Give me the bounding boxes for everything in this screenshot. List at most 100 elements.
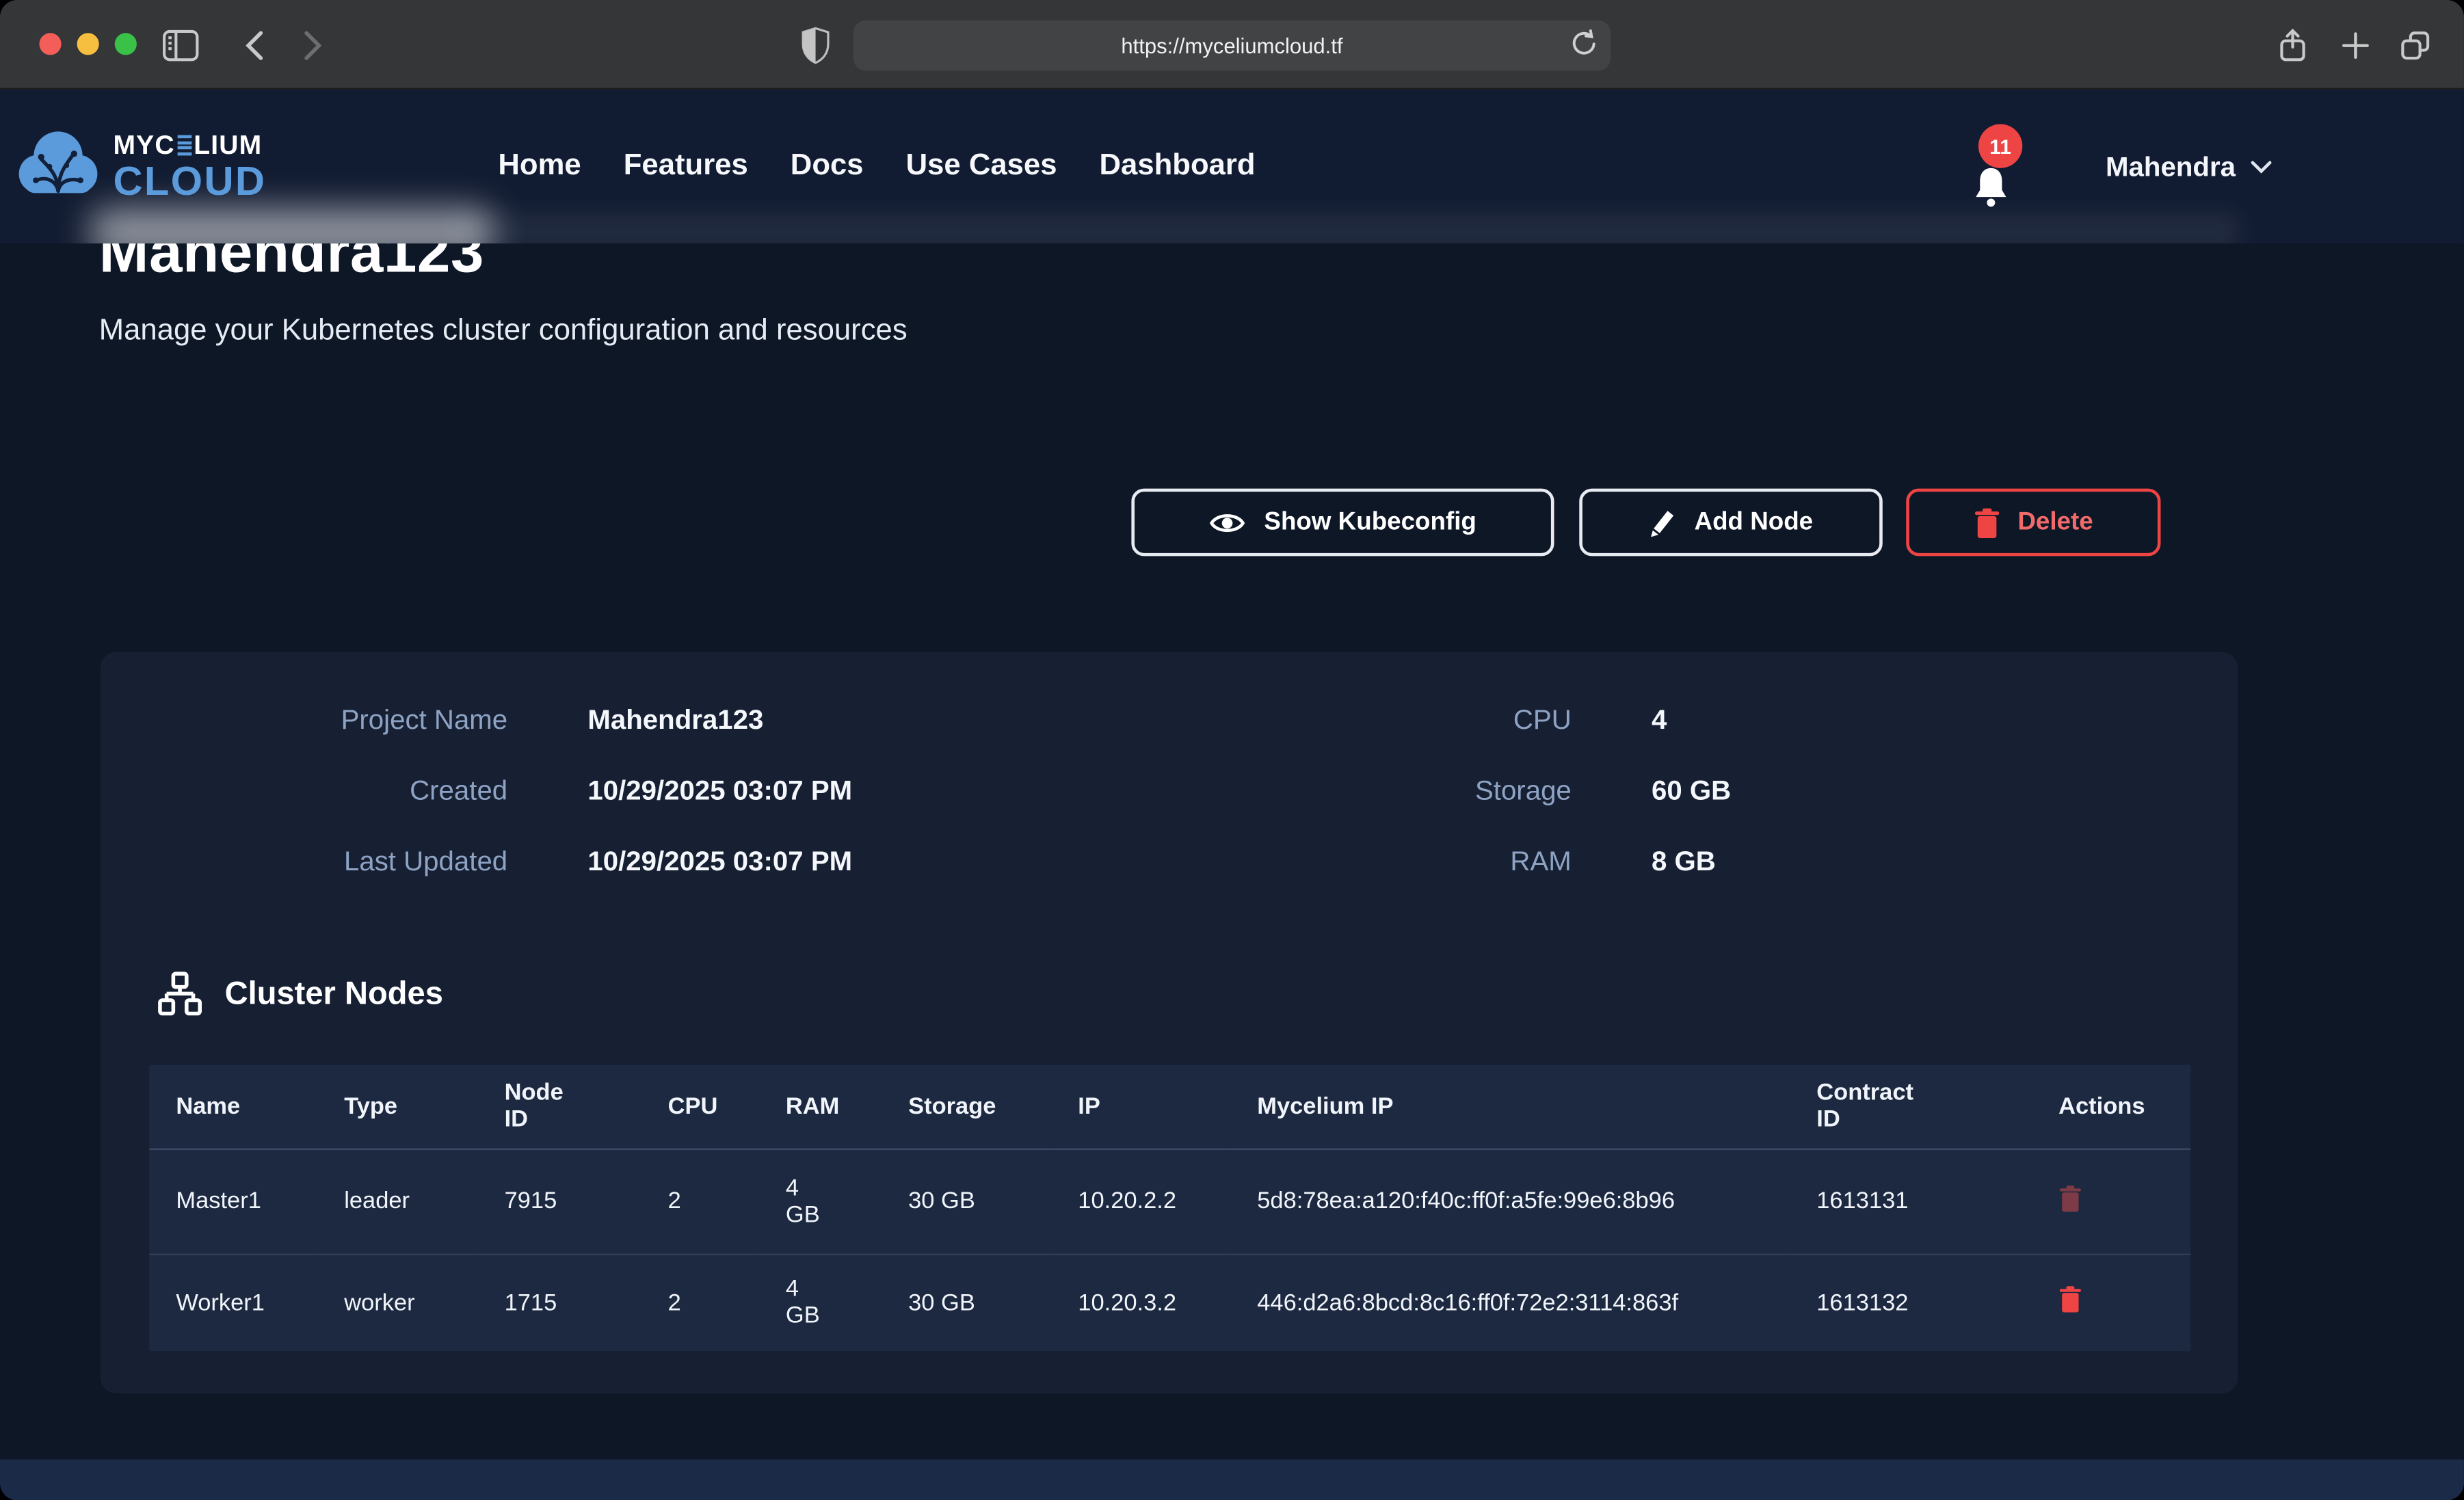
address-bar-url: https://myceliumcloud.tf	[1121, 34, 1342, 57]
cell-contract-id: 1613131	[1790, 1149, 2032, 1254]
nav-link-dashboard[interactable]: Dashboard	[1100, 149, 1256, 184]
col-header-type: Type	[317, 1065, 477, 1149]
address-bar[interactable]: https://myceliumcloud.tf	[853, 21, 1611, 71]
zoom-window-button[interactable]	[115, 33, 137, 55]
cell-node-id: 7915	[478, 1149, 641, 1254]
new-tab-icon[interactable]	[2335, 25, 2376, 66]
forward-button[interactable]	[292, 25, 333, 66]
detail-label: Created	[101, 775, 507, 807]
privacy-shield-icon[interactable]	[795, 25, 836, 66]
minimize-window-button[interactable]	[77, 33, 99, 55]
network-nodes-icon	[157, 971, 203, 1017]
col-header-actions: Actions	[2032, 1065, 2190, 1149]
back-button[interactable]	[233, 25, 274, 66]
mycelium-cloud-logo-icon	[16, 127, 101, 206]
col-header-ram: RAM	[759, 1065, 882, 1149]
cell-name: Worker1	[149, 1254, 317, 1351]
brand-word-bottom: CLOUD	[113, 160, 266, 201]
bell-icon	[1970, 165, 2011, 209]
cluster-nodes-title: Cluster Nodes	[225, 975, 443, 1013]
nav-links: Home Features Docs Use Cases Dashboard	[498, 90, 1255, 243]
reload-icon[interactable]	[1570, 28, 1598, 59]
detail-label: RAM	[1201, 845, 1572, 878]
detail-value: 8 GB	[1652, 845, 1716, 878]
col-header-node-id: Node ID	[478, 1065, 641, 1149]
detail-value: Mahendra123	[587, 704, 763, 736]
cell-cpu: 2	[641, 1254, 759, 1351]
sidebar-toggle-icon[interactable]	[160, 25, 201, 66]
blurred-title-smudge	[91, 209, 492, 244]
detail-label: Project Name	[101, 704, 507, 736]
cell-cpu: 2	[641, 1149, 759, 1254]
brand-word-top-pre: MYC	[113, 132, 174, 159]
cell-actions	[2032, 1149, 2190, 1254]
share-icon[interactable]	[2273, 25, 2314, 66]
detail-value: 4	[1652, 704, 1667, 736]
tab-overview-icon[interactable]	[2395, 25, 2436, 66]
stylized-e-glyph	[177, 135, 191, 155]
cluster-nodes-table: Name Type Node ID CPU RAM Storage IP Myc…	[149, 1065, 2190, 1351]
add-node-button[interactable]: Add Node	[1579, 489, 1882, 557]
nav-link-use-cases[interactable]: Use Cases	[906, 149, 1057, 184]
brand-name: MYC LIUM CLOUD	[113, 132, 266, 201]
browser-chrome: https://myceliumcloud.tf	[0, 0, 2464, 90]
cluster-nodes-heading: Cluster Nodes	[157, 971, 443, 1017]
cell-ip: 10.20.3.2	[1051, 1254, 1230, 1351]
cell-mycelium-ip: 446:d2a6:8bcd:8c16:ff0f:72e2:3114:863f	[1230, 1254, 1790, 1351]
cluster-actions-row: Show Kubeconfig Add Node	[0, 489, 2464, 557]
table-row: Master1 leader 7915 2 4 GB 30 GB 10.20.2…	[149, 1149, 2190, 1254]
col-header-ip: IP	[1051, 1065, 1230, 1149]
show-kubeconfig-button[interactable]: Show Kubeconfig	[1131, 489, 1554, 557]
delete-node-button[interactable]	[2058, 1183, 2082, 1211]
cell-ram: 4 GB	[759, 1149, 882, 1254]
cell-storage: 30 GB	[882, 1149, 1051, 1254]
detail-value: 10/29/2025 03:07 PM	[587, 845, 852, 878]
col-header-contract-id: Contract ID	[1790, 1065, 2032, 1149]
nav-link-features[interactable]: Features	[624, 149, 748, 184]
delete-label: Delete	[2017, 508, 2093, 536]
cell-contract-id: 1613132	[1790, 1254, 2032, 1351]
cluster-details-card: Project Name Mahendra123 Created 10/29/2…	[101, 652, 2238, 1394]
col-header-mycelium-ip: Mycelium IP	[1230, 1065, 1790, 1149]
page-content: Mahendra123 Manage your Kubernetes clust…	[0, 90, 2464, 1500]
add-node-label: Add Node	[1695, 508, 1814, 536]
notification-badge: 11	[1978, 124, 2022, 168]
detail-label: Last Updated	[101, 845, 507, 878]
pencil-icon	[1649, 507, 1677, 538]
brand-logo[interactable]: MYC LIUM CLOUD	[16, 127, 266, 206]
col-header-name: Name	[149, 1065, 317, 1149]
detail-label: Storage	[1201, 775, 1572, 807]
browser-window: https://myceliumcloud.tf	[0, 0, 2464, 1500]
cell-node-id: 1715	[478, 1254, 641, 1351]
footer-band	[0, 1460, 2464, 1500]
detail-value: 10/29/2025 03:07 PM	[587, 775, 852, 807]
cell-storage: 30 GB	[882, 1254, 1051, 1351]
delete-cluster-button[interactable]: Delete	[1906, 489, 2160, 557]
brand-word-top-post: LIUM	[194, 132, 262, 159]
chevron-down-icon	[2250, 159, 2272, 174]
cell-ram: 4 GB	[759, 1254, 882, 1351]
show-kubeconfig-label: Show Kubeconfig	[1264, 508, 1476, 536]
page-subtitle: Manage your Kubernetes cluster configura…	[99, 314, 908, 349]
eye-icon	[1209, 508, 1247, 536]
cell-ip: 10.20.2.2	[1051, 1149, 1230, 1254]
notifications-button[interactable]: 11	[1968, 127, 2040, 215]
close-window-button[interactable]	[39, 33, 61, 55]
cell-type: worker	[317, 1254, 477, 1351]
user-name: Mahendra	[2106, 150, 2236, 183]
top-navbar: MYC LIUM CLOUD Home Features Docs Use Cas…	[0, 90, 2464, 243]
nav-link-docs[interactable]: Docs	[791, 149, 864, 184]
detail-value: 60 GB	[1652, 775, 1731, 807]
cell-name: Master1	[149, 1149, 317, 1254]
nav-link-home[interactable]: Home	[498, 149, 581, 184]
user-menu[interactable]: Mahendra	[2106, 90, 2272, 243]
detail-label: CPU	[1201, 704, 1572, 736]
table-row: Worker1 worker 1715 2 4 GB 30 GB 10.20.3…	[149, 1254, 2190, 1351]
col-header-cpu: CPU	[641, 1065, 759, 1149]
cell-mycelium-ip: 5d8:78ea:a120:f40c:ff0f:a5fe:99e6:8b96	[1230, 1149, 1790, 1254]
table-header-row: Name Type Node ID CPU RAM Storage IP Myc…	[149, 1065, 2190, 1149]
cell-type: leader	[317, 1149, 477, 1254]
trash-icon	[1974, 507, 2000, 538]
col-header-storage: Storage	[882, 1065, 1051, 1149]
delete-node-button[interactable]	[2058, 1285, 2082, 1313]
